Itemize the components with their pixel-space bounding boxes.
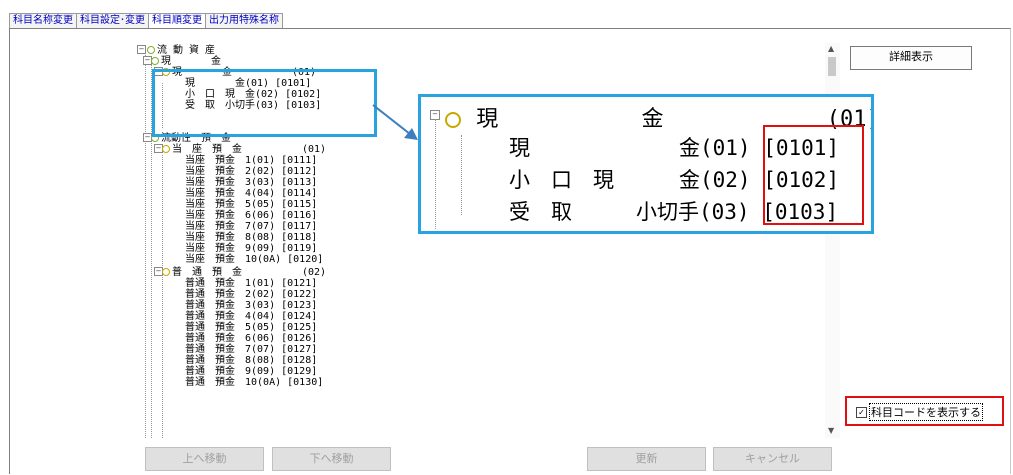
scroll-down-icon[interactable]: ▼	[828, 426, 834, 435]
tree-leaf[interactable]: 普通 預金 2(02) [0122]	[185, 289, 317, 300]
zoom-row: 受 取	[509, 200, 572, 224]
tab-strip: 科目名称変更 科目設定･変更 科目順変更 出力用特殊名称	[9, 13, 283, 28]
highlight-callout-source	[152, 69, 377, 137]
tree-node-ordinary-deposit[interactable]: 普 通 預 金 (02)	[162, 267, 326, 278]
node-circle-icon	[162, 145, 170, 153]
tree-guide	[461, 135, 462, 215]
tree-leaf[interactable]: 当座 預金 3(03) [0113]	[185, 177, 317, 188]
tab-account-settings[interactable]: 科目設定･変更	[76, 13, 149, 28]
detail-view-button[interactable]: 詳細表示	[850, 46, 972, 70]
tree-leaf[interactable]: 普通 預金 7(07) [0127]	[185, 344, 317, 355]
tree-leaf[interactable]: 普通 預金 5(05) [0125]	[185, 322, 317, 333]
code-highlight	[763, 125, 864, 225]
cancel-button[interactable]: キャンセル	[713, 447, 832, 471]
show-code-checkbox[interactable]: ✓ 科目コードを表示する	[856, 403, 983, 421]
tree-leaf[interactable]: 当座 預金 10(0A) [0120]	[185, 254, 323, 265]
tab-account-order[interactable]: 科目順変更	[148, 13, 206, 28]
tree-leaf[interactable]: 当座 預金 5(05) [0115]	[185, 199, 317, 210]
node-circle-icon	[445, 112, 461, 128]
tab-output-special-names[interactable]: 出力用特殊名称	[205, 13, 283, 28]
zoom-callout: − 現 金 (01) 現 金(01) [0101] 小 口 現 金(02) [0…	[418, 94, 874, 234]
tree-leaf[interactable]: 普通 預金 9(09) [0129]	[185, 366, 317, 377]
node-circle-icon	[151, 57, 159, 65]
tree-leaf[interactable]: 当座 預金 4(04) [0114]	[185, 188, 317, 199]
tree-leaf[interactable]: 当座 預金 8(08) [0118]	[185, 232, 317, 243]
move-up-button[interactable]: 上へ移動	[145, 447, 264, 471]
tree-leaf[interactable]: 普通 預金 1(01) [0121]	[185, 278, 317, 289]
node-circle-icon	[162, 268, 170, 276]
tree-node-root[interactable]: 流 動 資 産	[147, 45, 215, 56]
tree-guide	[151, 139, 152, 438]
move-down-button[interactable]: 下へ移動	[272, 447, 391, 471]
tree-guide	[145, 51, 146, 438]
zoom-row: 小 口 現	[509, 168, 614, 192]
tab-account-name-change[interactable]: 科目名称変更	[9, 13, 77, 28]
update-button[interactable]: 更新	[587, 447, 706, 471]
scroll-thumb[interactable]	[828, 57, 836, 76]
tree-leaf[interactable]: 当座 預金 6(06) [0116]	[185, 210, 317, 221]
tree-node-cash-group[interactable]: 現 金	[151, 56, 221, 67]
node-circle-icon	[147, 46, 155, 54]
zoom-row: 現	[509, 136, 530, 160]
scroll-up-icon[interactable]: ▲	[828, 44, 834, 53]
show-code-option: ✓ 科目コードを表示する	[845, 396, 1006, 426]
tree-leaf[interactable]: 普通 預金 6(06) [0126]	[185, 333, 317, 344]
tree-leaf[interactable]: 普通 預金 3(03) [0123]	[185, 300, 317, 311]
tree-leaf[interactable]: 普通 預金 4(04) [0124]	[185, 311, 317, 322]
collapse-icon[interactable]: −	[137, 45, 146, 54]
checkbox-checked-icon[interactable]: ✓	[856, 406, 867, 418]
tree-leaf[interactable]: 普通 預金 8(08) [0128]	[185, 355, 317, 366]
tree-guide	[435, 119, 436, 229]
tree-leaf[interactable]: 当座 預金 7(07) [0117]	[185, 221, 317, 232]
tree-leaf[interactable]: 当座 預金 1(01) [0111]	[185, 155, 317, 166]
tree-leaf[interactable]: 普通 預金 10(0A) [0130]	[185, 377, 323, 388]
tree-guide	[162, 155, 163, 438]
tree-node-current-deposit[interactable]: 当 座 預 金 (01)	[162, 144, 326, 155]
tree-leaf[interactable]: 当座 預金 2(02) [0112]	[185, 166, 317, 177]
tree-leaf[interactable]: 当座 預金 9(09) [0119]	[185, 243, 317, 254]
